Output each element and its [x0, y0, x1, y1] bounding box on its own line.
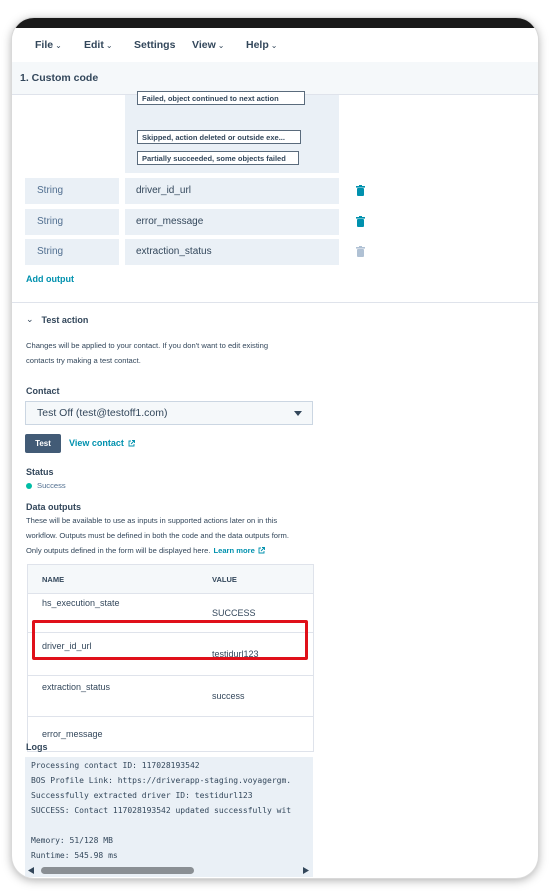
output-value-cell: success	[212, 675, 314, 717]
action-title: 1. Custom code	[20, 72, 99, 84]
data-outputs-label: Data outputs	[26, 502, 81, 512]
description-line: These will be available to use as inputs…	[26, 516, 278, 525]
view-contact-link[interactable]: View contact	[69, 438, 135, 448]
output-type-select[interactable]: String	[25, 239, 119, 265]
menu-view-label: View	[192, 39, 216, 51]
test-action-toggle[interactable]: ⌄ Test action	[26, 314, 88, 325]
menu-bar: File ⌄ Edit ⌄ Settings View ⌄ Help ⌄	[12, 28, 538, 63]
status-dot	[26, 482, 32, 489]
menu-help[interactable]: Help ⌄	[246, 39, 277, 51]
scrollbar-thumb[interactable]	[41, 867, 194, 874]
table-row: error_message	[27, 716, 314, 752]
contact-label: Contact	[26, 386, 60, 396]
table-row: extraction_status success	[27, 675, 314, 717]
chevron-down-icon: ⌄	[55, 40, 62, 50]
output-name-input[interactable]: extraction_status	[125, 239, 339, 265]
output-value-cell	[212, 716, 314, 752]
output-name-input[interactable]: error_message	[125, 209, 339, 235]
column-header-name: NAME	[27, 564, 212, 594]
menu-file[interactable]: File ⌄	[35, 39, 62, 51]
output-name-cell: extraction_status	[27, 675, 212, 717]
divider	[12, 302, 538, 303]
caret-down-icon	[294, 411, 302, 416]
logs-horizontal-scrollbar[interactable]	[25, 865, 313, 876]
learn-more-link[interactable]: Learn more	[213, 543, 254, 558]
chevron-down-icon: ⌄	[26, 314, 34, 324]
menu-view[interactable]: View ⌄	[192, 39, 224, 51]
column-header-value: VALUE	[212, 564, 314, 594]
scroll-right-arrow-icon[interactable]	[303, 867, 309, 874]
log-line: SUCCESS: Contact 117028193542 updated su…	[31, 806, 292, 815]
action-panel: Failed, object continued to next action …	[12, 91, 538, 878]
menu-edit-label: Edit	[84, 39, 104, 51]
test-button[interactable]: Test	[25, 434, 61, 453]
log-line: Successfully extracted driver ID: testid…	[31, 791, 253, 800]
state-failed-continued[interactable]: Failed, object continued to next action	[137, 91, 305, 105]
view-contact-label: View contact	[69, 438, 124, 448]
menu-help-label: Help	[246, 39, 269, 51]
logs-label: Logs	[26, 742, 48, 752]
state-partially-succeeded[interactable]: Partially succeeded, some objects failed	[137, 151, 299, 165]
log-line: Processing contact ID: 117028193542	[31, 761, 200, 770]
test-action-title: Test action	[41, 314, 89, 325]
highlight-box	[32, 620, 308, 660]
description-text: Only outputs defined in the form will be…	[26, 546, 211, 555]
log-line: Runtime: 545.98 ms	[31, 851, 118, 860]
branch-states-box: Failed, object continued to next action …	[125, 91, 339, 173]
trash-icon[interactable]	[356, 246, 365, 257]
menu-settings-label: Settings	[134, 39, 176, 51]
external-link-icon	[258, 547, 265, 554]
trash-icon[interactable]	[356, 185, 365, 196]
scroll-left-arrow-icon[interactable]	[28, 867, 34, 874]
status-value: Success	[37, 481, 66, 490]
menu-settings[interactable]: Settings	[134, 39, 175, 51]
test-action-description: Changes will be applied to your contact.…	[26, 338, 268, 368]
output-name-cell: error_message	[27, 716, 212, 752]
contact-select[interactable]: Test Off (test@testoff1.com)	[25, 401, 313, 425]
description-line: Only outputs defined in the form will be…	[26, 543, 289, 558]
trash-icon[interactable]	[356, 216, 365, 227]
output-type-select[interactable]: String	[25, 209, 119, 235]
chevron-down-icon: ⌄	[217, 40, 225, 50]
status-label: Status	[26, 467, 54, 477]
chevron-down-icon: ⌄	[270, 40, 278, 50]
output-name-input[interactable]: driver_id_url	[125, 178, 339, 204]
logs-output: Processing contact ID: 117028193542 BOS …	[25, 757, 313, 877]
menu-file-label: File	[35, 39, 54, 51]
table-header-row: NAME VALUE	[27, 564, 314, 594]
log-line: Memory: 51/128 MB	[31, 836, 113, 845]
external-link-icon	[128, 439, 135, 446]
log-line: BOS Profile Link: https://driverapp-stag…	[31, 776, 292, 785]
add-output-link[interactable]: Add output	[26, 274, 74, 284]
description-line: contacts try making a test contact.	[26, 356, 141, 365]
contact-select-value: Test Off (test@testoff1.com)	[37, 407, 168, 419]
state-skipped[interactable]: Skipped, action deleted or outside exe..…	[137, 130, 301, 144]
description-line: workflow. Outputs must be defined in bot…	[26, 531, 289, 540]
description-line: Changes will be applied to your contact.…	[26, 341, 269, 350]
output-type-select[interactable]: String	[25, 178, 119, 204]
menu-edit[interactable]: Edit ⌄	[84, 39, 113, 51]
status-badge: Success	[26, 481, 66, 490]
window-top-bar	[12, 18, 538, 28]
data-outputs-description: These will be available to use as inputs…	[26, 513, 289, 558]
app-window: File ⌄ Edit ⌄ Settings View ⌄ Help ⌄ 1. …	[12, 18, 538, 878]
chevron-down-icon: ⌄	[105, 40, 113, 50]
